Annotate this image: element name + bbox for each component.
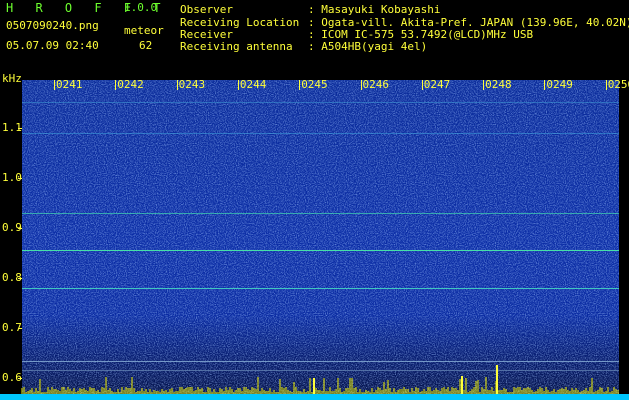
signal-line [22, 133, 619, 134]
x-tick-mark [237, 80, 239, 90]
x-tick-mark [421, 80, 423, 90]
meteor-count: 62 [139, 39, 153, 52]
antenna-label: Receiving antenna [180, 40, 293, 53]
x-tick-mark [176, 80, 178, 90]
signal-line [22, 250, 619, 251]
header-panel: H R O F F T 1.0.0 0507090240.png meteor … [0, 0, 629, 72]
x-tick-label: 0242 [117, 78, 144, 91]
signal-line [22, 102, 619, 103]
x-tick-label: 0248 [485, 78, 512, 91]
x-tick-mark [115, 80, 117, 90]
x-tick-label: 0250 [607, 78, 629, 91]
y-tick-mark [18, 128, 22, 129]
antenna-value: : A504HB(yagi 4el) [308, 40, 428, 53]
y-tick-mark [18, 328, 22, 329]
version-label: 1.0.0 [124, 1, 158, 14]
x-tick-mark [54, 80, 55, 90]
y-tick-mark [18, 178, 22, 179]
signal-line [22, 213, 619, 214]
y-axis-unit: kHz [2, 72, 22, 85]
x-tick-label: 0246 [362, 78, 390, 91]
x-tick-label: 0241 [56, 78, 83, 91]
x-tick-mark [544, 80, 546, 90]
x-tick-mark [299, 80, 301, 90]
observer-value: : Masayuki Kobayashi [308, 3, 441, 16]
y-tick-mark [18, 228, 22, 229]
x-tick-label: 0247 [423, 78, 451, 91]
x-tick-label: 0245 [301, 78, 328, 91]
x-tick-label: 0243 [178, 78, 206, 91]
spectrogram [22, 80, 619, 394]
meteor-label: meteor [124, 24, 164, 37]
x-tick-mark [360, 80, 362, 90]
x-tick-label: 0244 [239, 78, 267, 91]
x-tick-label: 0249 [546, 78, 573, 91]
y-tick-mark [18, 378, 22, 379]
signal-line [22, 370, 619, 371]
filename-label: 0507090240.png [6, 19, 99, 32]
observer-label: Observer [180, 3, 233, 16]
spectrogram-noise [22, 80, 619, 394]
signal-line [22, 288, 619, 289]
datetime-label: 05.07.09 02:40 [6, 39, 99, 52]
x-tick-mark [605, 80, 607, 90]
x-tick-mark [483, 80, 485, 90]
baseline-strip [0, 394, 629, 400]
y-tick-mark [18, 278, 22, 279]
signal-line [22, 361, 619, 362]
